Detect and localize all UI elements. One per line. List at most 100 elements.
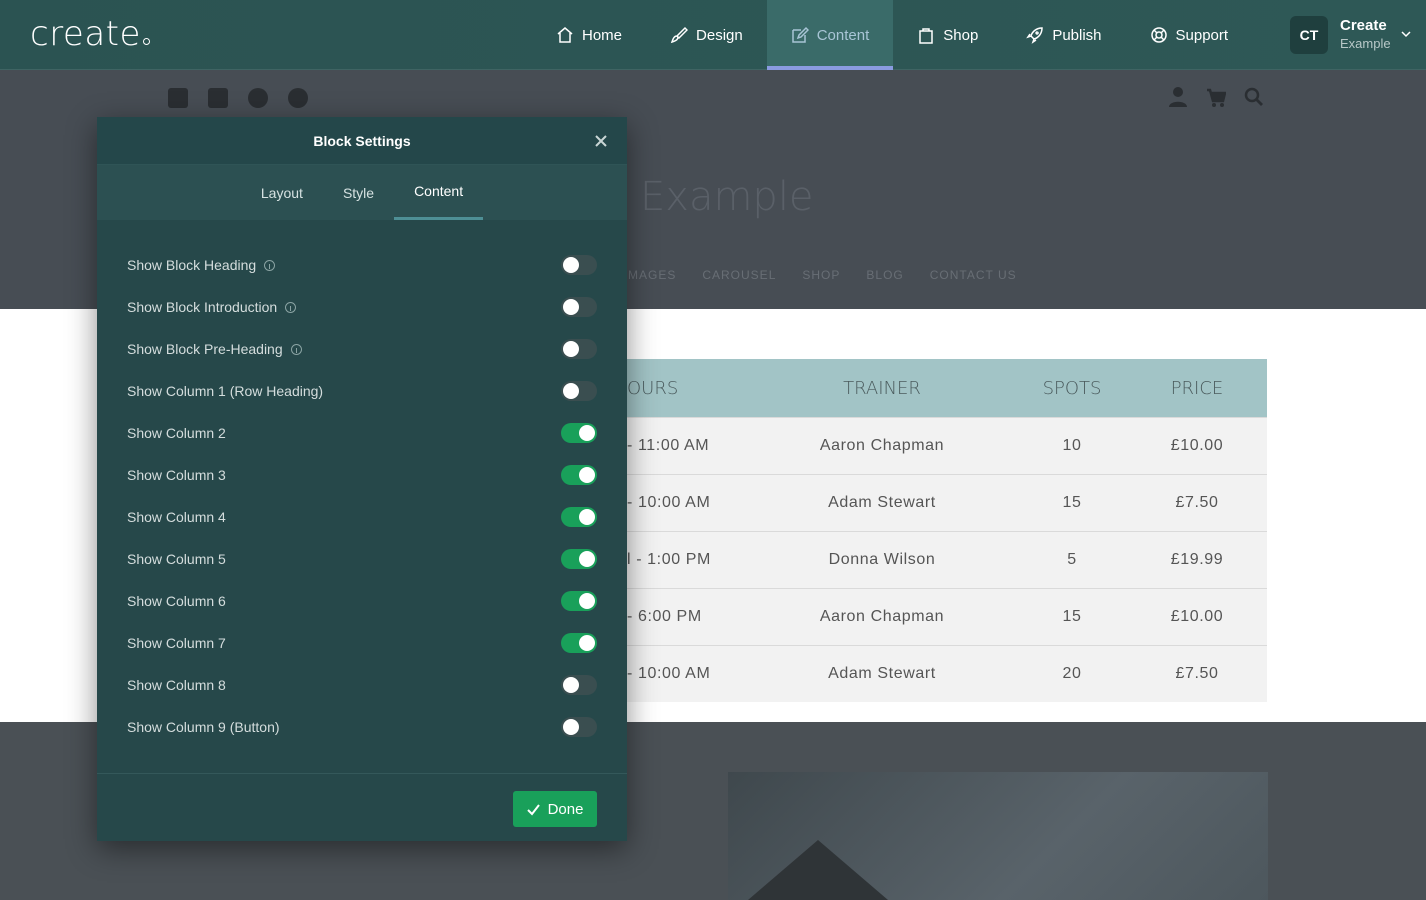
table-cell: £7.50: [1175, 494, 1219, 511]
nav-shop[interactable]: Shop: [893, 0, 1002, 70]
setting-toggle[interactable]: [561, 465, 597, 485]
nav-publish[interactable]: Publish: [1002, 0, 1125, 70]
cart-icon[interactable]: [1206, 86, 1226, 108]
setting-toggle[interactable]: [561, 297, 597, 317]
table-cell: 5: [1067, 551, 1077, 568]
setting-row: Show Column 2: [127, 412, 597, 454]
nav-home[interactable]: Home: [532, 0, 646, 70]
table-cell: - 11:00 AM: [627, 437, 710, 454]
setting-label-text: Show Column 5: [127, 551, 226, 567]
setting-row: Show Column 7: [127, 622, 597, 664]
schedule-table: OURS TRAINER SPOTS PRICE - 11:00 AM Aaro…: [627, 359, 1267, 702]
setting-label-text: Show Column 8: [127, 677, 226, 693]
setting-row: Show Column 9 (Button): [127, 706, 597, 748]
nav-content[interactable]: Content: [766, 0, 894, 70]
nav-home-label: Home: [582, 26, 623, 44]
table-cell: 15: [1062, 608, 1082, 625]
site-nav-item[interactable]: MAGES: [628, 268, 676, 282]
social-icons: [168, 88, 308, 108]
info-icon[interactable]: [285, 301, 297, 313]
setting-toggle[interactable]: [561, 591, 597, 611]
facebook-icon[interactable]: [168, 88, 188, 108]
nav-design-label: Design: [696, 26, 743, 44]
info-icon[interactable]: [290, 343, 302, 355]
table-cell: - 10:00 AM: [627, 494, 711, 511]
table-cell: 10: [1062, 437, 1082, 454]
modal-footer: Done: [97, 773, 627, 841]
brush-icon: [670, 26, 689, 44]
done-button[interactable]: Done: [513, 791, 597, 827]
table-header-cell: OURS: [627, 377, 679, 399]
table-cell: Aaron Chapman: [819, 437, 945, 454]
roof-shape: [748, 840, 888, 900]
close-icon[interactable]: [594, 134, 608, 148]
tab-layout[interactable]: Layout: [241, 165, 323, 220]
setting-label-text: Show Block Introduction: [127, 299, 278, 315]
setting-toggle[interactable]: [561, 255, 597, 275]
table-header-cell: SPOTS: [1042, 377, 1102, 399]
pinterest-icon[interactable]: [288, 88, 308, 108]
setting-label-text: Show Column 9 (Button): [127, 719, 280, 735]
logo-text: create: [30, 14, 141, 54]
account-menu[interactable]: CT Create Example: [1290, 16, 1391, 54]
setting-label: Show Block Pre-Heading: [127, 341, 302, 357]
tab-style[interactable]: Style: [323, 165, 394, 220]
modal-title: Block Settings: [97, 117, 627, 165]
site-nav-item[interactable]: SHOP: [802, 268, 840, 282]
twitter-icon[interactable]: [208, 88, 228, 108]
info-icon[interactable]: [264, 259, 276, 271]
nav-support[interactable]: Support: [1126, 0, 1253, 70]
site-title: Example: [640, 174, 814, 220]
table-cell: Adam Stewart: [828, 665, 936, 682]
home-icon: [557, 27, 573, 43]
account-name: Create: [1340, 17, 1387, 34]
table-cell: l - 1:00 PM: [627, 551, 711, 568]
setting-label: Show Column 1 (Row Heading): [127, 383, 323, 399]
setting-label: Show Column 6: [127, 593, 226, 609]
site-nav-item[interactable]: CAROUSEL: [702, 268, 776, 282]
site-nav-item[interactable]: CONTACT US: [930, 268, 1017, 282]
table-cell: £7.50: [1175, 665, 1219, 682]
setting-row: Show Column 5: [127, 538, 597, 580]
site-nav: MAGES CAROUSEL SHOP BLOG CONTACT US: [628, 268, 1017, 282]
rocket-icon: [1026, 27, 1044, 44]
table-cell: - 6:00 PM: [627, 608, 702, 625]
setting-label: Show Column 4: [127, 509, 226, 525]
logo-dot: [142, 38, 150, 45]
table-cell: - 10:00 AM: [627, 665, 711, 682]
table-header-cell: TRAINER: [843, 377, 921, 399]
chevron-down-icon[interactable]: [1400, 28, 1412, 40]
setting-toggle[interactable]: [561, 381, 597, 401]
setting-toggle[interactable]: [561, 423, 597, 443]
site-nav-item[interactable]: BLOG: [866, 268, 903, 282]
setting-label-text: Show Column 7: [127, 635, 226, 651]
instagram-icon[interactable]: [248, 88, 268, 108]
lifebuoy-icon: [1150, 27, 1167, 43]
setting-label-text: Show Column 1 (Row Heading): [127, 383, 324, 399]
nav-content-label: Content: [816, 26, 870, 44]
setting-toggle[interactable]: [561, 717, 597, 737]
setting-label: Show Block Heading: [127, 257, 276, 273]
user-icon[interactable]: [1168, 86, 1188, 108]
setting-label: Show Column 8: [127, 677, 226, 693]
table-cell: Aaron Chapman: [819, 608, 945, 625]
nav-design[interactable]: Design: [646, 0, 767, 70]
table-cell: £10.00: [1170, 608, 1224, 625]
logo[interactable]: create: [30, 14, 150, 54]
site-header-icons: [1168, 86, 1264, 108]
setting-toggle[interactable]: [561, 549, 597, 569]
setting-label: Show Column 2: [127, 425, 226, 441]
setting-toggle[interactable]: [561, 633, 597, 653]
setting-label-text: Show Column 2: [127, 425, 226, 441]
settings-list: Show Block Heading Show Block Introductio…: [97, 220, 627, 748]
setting-toggle[interactable]: [561, 675, 597, 695]
setting-row: Show Block Heading: [127, 244, 597, 286]
tab-content[interactable]: Content: [394, 165, 484, 220]
setting-toggle[interactable]: [561, 507, 597, 527]
search-icon[interactable]: [1244, 86, 1264, 108]
setting-row: Show Column 4: [127, 496, 597, 538]
setting-toggle[interactable]: [561, 339, 597, 359]
nav-support-label: Support: [1175, 26, 1229, 44]
setting-label-text: Show Block Pre-Heading: [127, 341, 283, 357]
table-row: l - 1:00 PM Donna Wilson 5 £19.99: [627, 531, 1267, 588]
